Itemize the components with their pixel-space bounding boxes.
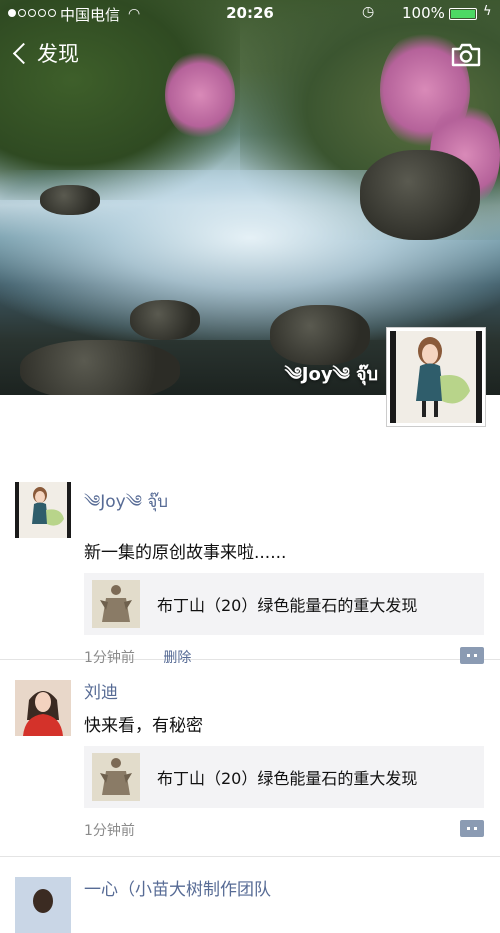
battery-icon: [449, 8, 477, 20]
post-author[interactable]: ༄Joy༄ จุ๊บ: [84, 482, 484, 530]
dot-icon: [474, 827, 477, 830]
cover-blossom: [165, 50, 235, 140]
back-button[interactable]: 发现: [12, 38, 79, 68]
avatar-illustration: [15, 482, 71, 538]
post-author[interactable]: 一心（小苗大树制作团队: [84, 875, 484, 900]
dot-icon: [467, 654, 470, 657]
dot-icon: [474, 654, 477, 657]
post-item: ༄Joy༄ จุ๊บ 新一集的原创故事来啦...... 布丁山（20）绿色能量石…: [0, 465, 500, 666]
post-author-avatar[interactable]: [15, 482, 71, 538]
moments-feed: ༄Joy༄ จุ๊บ 新一集的原创故事来啦...... 布丁山（20）绿色能量石…: [0, 465, 500, 933]
avatar-photo: [15, 680, 71, 736]
battery-percent: 100%: [402, 4, 445, 22]
charging-icon: ϟ: [483, 4, 492, 19]
link-title: 布丁山（20）绿色能量石的重大发现: [157, 769, 418, 788]
cover-rock: [130, 300, 200, 340]
post-text: 快来看，有秘密: [84, 716, 203, 736]
profile-avatar[interactable]: [386, 327, 486, 427]
post-text: 新一集的原创故事来啦......: [84, 543, 287, 563]
back-label: 发现: [37, 42, 79, 66]
avatar-photo: [15, 877, 71, 933]
link-thumbnail: [92, 580, 140, 628]
comment-button[interactable]: [460, 820, 484, 837]
link-thumbnail: [92, 753, 140, 801]
link-title: 布丁山（20）绿色能量石的重大发现: [157, 596, 418, 615]
dot-icon: [467, 827, 470, 830]
post-author-avatar[interactable]: [15, 680, 71, 736]
shared-link-card[interactable]: 布丁山（20）绿色能量石的重大发现: [84, 746, 484, 808]
profile-name[interactable]: ༄Joy༄ จุ๊บ: [285, 355, 378, 405]
camera-icon[interactable]: [450, 42, 482, 68]
avatar-illustration: [390, 331, 482, 423]
cover-rock: [360, 150, 480, 240]
post-time: 1分钟前: [84, 823, 135, 839]
cover-rock: [20, 340, 180, 395]
post-author-avatar[interactable]: [15, 877, 71, 933]
cover-rock: [40, 185, 100, 215]
figure-thumbnail-icon: [92, 580, 140, 628]
post-meta: 1分钟前: [84, 820, 484, 840]
alarm-icon: ◷: [362, 4, 375, 20]
status-bar: 中国电信 ◠ 20:26 ◷ 100% ϟ: [0, 0, 500, 28]
post-author[interactable]: 刘迪: [84, 678, 484, 703]
shared-link-card[interactable]: 布丁山（20）绿色能量石的重大发现: [84, 573, 484, 635]
post-item: 刘迪 快来看，有秘密 布丁山（20）绿色能量石的重大发现 1分钟前: [0, 660, 500, 857]
figure-thumbnail-icon: [92, 753, 140, 801]
chevron-left-icon: [12, 42, 35, 64]
post-item: 一心（小苗大树制作团队: [0, 857, 500, 933]
